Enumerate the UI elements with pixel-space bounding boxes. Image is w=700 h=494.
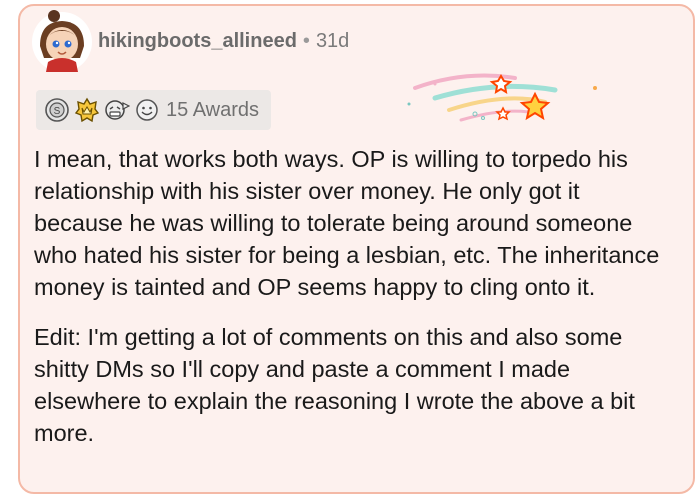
silver-award-icon: S: [45, 98, 69, 122]
smile-award-icon: [136, 99, 158, 121]
comment-age: 31d: [315, 30, 350, 52]
comment-paragraph: Edit: I'm getting a lot of comments on t…: [34, 324, 635, 446]
avatar-icon: [32, 10, 92, 72]
user-avatar[interactable]: [26, 4, 98, 76]
comment-body: I mean, that works both ways. OP is will…: [34, 143, 664, 467]
svg-text:S: S: [54, 106, 61, 117]
username-link[interactable]: hikingboots_allineed: [98, 30, 297, 52]
awards-count: 15 Awards: [166, 98, 260, 121]
header-separator: •: [302, 30, 310, 52]
gold-crown-award-icon: [74, 97, 100, 123]
comment-header: hikingboots_allineed • 31d: [98, 30, 349, 53]
award-sparkle-decoration: [405, 68, 605, 130]
comment-paragraph: I mean, that works both ways. OP is will…: [34, 146, 660, 300]
grimace-award-icon: [105, 100, 130, 120]
awards-bar[interactable]: S 15 Awards: [36, 90, 272, 130]
